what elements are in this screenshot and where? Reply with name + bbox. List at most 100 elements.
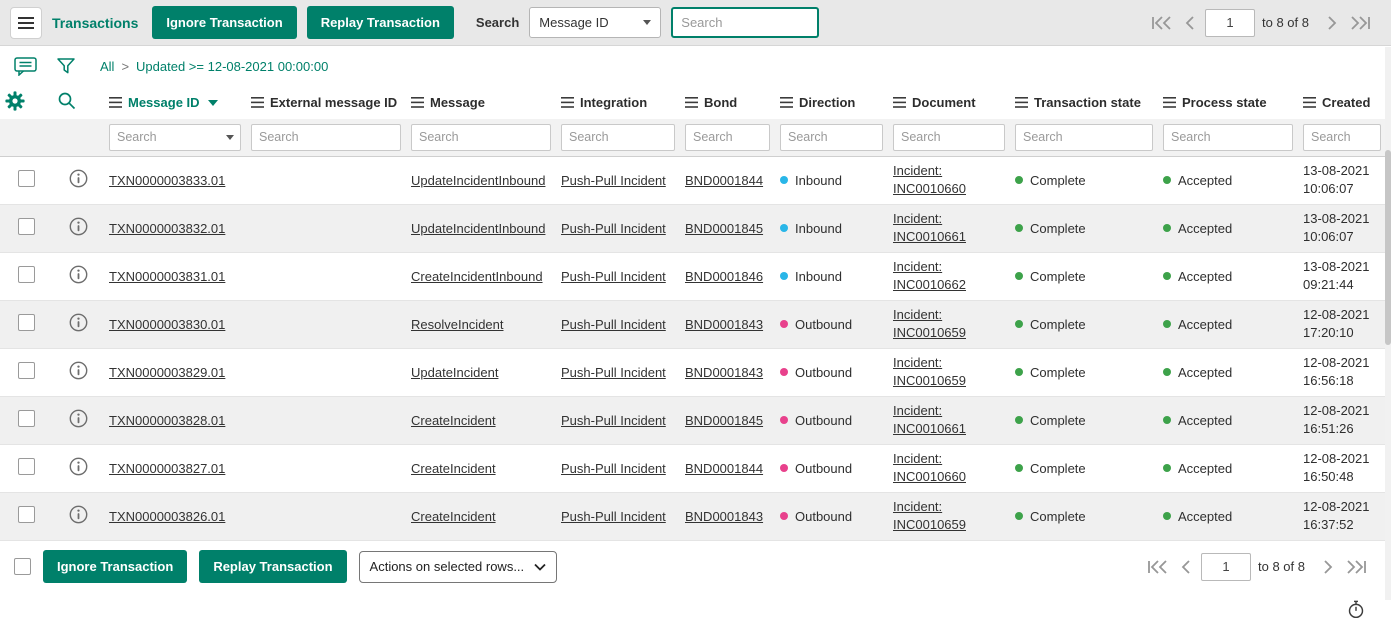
- column-filter-input[interactable]: [251, 124, 401, 151]
- document-link[interactable]: Incident: INC0010660: [893, 450, 1005, 485]
- refresh-timer-button[interactable]: [1347, 600, 1365, 624]
- search-icon[interactable]: [57, 91, 77, 111]
- integration-link[interactable]: Push-Pull Incident: [561, 461, 666, 476]
- integration-link[interactable]: Push-Pull Incident: [561, 269, 666, 284]
- document-link[interactable]: Incident: INC0010659: [893, 498, 1005, 533]
- column-menu-icon[interactable]: [685, 97, 698, 108]
- column-filter-input[interactable]: [1015, 124, 1153, 151]
- column-header[interactable]: Message: [406, 86, 556, 119]
- column-menu-icon[interactable]: [780, 97, 793, 108]
- info-icon[interactable]: [69, 464, 88, 479]
- column-header[interactable]: External message ID: [246, 86, 406, 119]
- row-select-checkbox[interactable]: [18, 410, 35, 427]
- column-header[interactable]: Process state: [1158, 86, 1298, 119]
- info-icon[interactable]: [69, 512, 88, 527]
- column-menu-icon[interactable]: [251, 97, 264, 108]
- column-header[interactable]: Created: [1298, 86, 1386, 119]
- info-icon[interactable]: [69, 368, 88, 383]
- last-page-button-bottom[interactable]: [1343, 558, 1369, 576]
- column-menu-icon[interactable]: [893, 97, 906, 108]
- column-menu-icon[interactable]: [411, 97, 424, 108]
- message-id-link[interactable]: TXN0000003831.01: [109, 269, 225, 284]
- message-link[interactable]: CreateIncident: [411, 413, 496, 428]
- column-header[interactable]: Message ID: [104, 86, 246, 119]
- document-link[interactable]: Incident: INC0010661: [893, 402, 1005, 437]
- info-icon[interactable]: [69, 416, 88, 431]
- filter-chevron-icon[interactable]: [226, 135, 234, 140]
- document-link[interactable]: Incident: INC0010659: [893, 306, 1005, 341]
- column-filter-input[interactable]: [893, 124, 1005, 151]
- message-link[interactable]: CreateIncident: [411, 509, 496, 524]
- bond-link[interactable]: BND0001844: [685, 173, 763, 188]
- bond-link[interactable]: BND0001845: [685, 221, 763, 236]
- row-select-checkbox[interactable]: [18, 458, 35, 475]
- integration-link[interactable]: Push-Pull Incident: [561, 413, 666, 428]
- bond-link[interactable]: BND0001843: [685, 509, 763, 524]
- message-id-link[interactable]: TXN0000003833.01: [109, 173, 225, 188]
- scrollbar-thumb[interactable]: [1385, 150, 1391, 345]
- messages-button[interactable]: [14, 57, 38, 76]
- app-menu-button[interactable]: [10, 7, 42, 39]
- column-filter-input[interactable]: [780, 124, 883, 151]
- bond-link[interactable]: BND0001845: [685, 413, 763, 428]
- message-id-link[interactable]: TXN0000003827.01: [109, 461, 225, 476]
- row-select-checkbox[interactable]: [18, 218, 35, 235]
- column-menu-icon[interactable]: [109, 97, 122, 108]
- bond-link[interactable]: BND0001843: [685, 317, 763, 332]
- message-id-link[interactable]: TXN0000003828.01: [109, 413, 225, 428]
- bond-link[interactable]: BND0001844: [685, 461, 763, 476]
- next-page-button-bottom[interactable]: [1320, 558, 1336, 576]
- column-header[interactable]: Document: [888, 86, 1010, 119]
- gear-icon[interactable]: [5, 91, 25, 111]
- row-select-checkbox[interactable]: [18, 506, 35, 523]
- toolbar-search-input[interactable]: [671, 7, 819, 38]
- first-page-button[interactable]: [1149, 14, 1175, 32]
- column-filter-input[interactable]: [685, 124, 770, 151]
- integration-link[interactable]: Push-Pull Incident: [561, 509, 666, 524]
- replay-transaction-button-bottom[interactable]: Replay Transaction: [199, 550, 346, 583]
- page-number-input[interactable]: [1205, 9, 1255, 37]
- actions-select[interactable]: Actions on selected rows...: [359, 551, 558, 583]
- integration-link[interactable]: Push-Pull Incident: [561, 221, 666, 236]
- message-id-link[interactable]: TXN0000003830.01: [109, 317, 225, 332]
- message-id-link[interactable]: TXN0000003826.01: [109, 509, 225, 524]
- message-link[interactable]: UpdateIncidentInbound: [411, 221, 545, 236]
- column-filter-input[interactable]: [411, 124, 551, 151]
- column-header[interactable]: Integration: [556, 86, 680, 119]
- column-header[interactable]: Bond: [680, 86, 775, 119]
- info-icon[interactable]: [69, 224, 88, 239]
- document-link[interactable]: Incident: INC0010660: [893, 162, 1005, 197]
- document-link[interactable]: Incident: INC0010659: [893, 354, 1005, 389]
- breadcrumb-condition-link[interactable]: Updated >= 12-08-2021 00:00:00: [136, 59, 328, 74]
- info-icon[interactable]: [69, 272, 88, 287]
- column-menu-icon[interactable]: [1303, 97, 1316, 108]
- column-menu-icon[interactable]: [1163, 97, 1176, 108]
- message-id-link[interactable]: TXN0000003832.01: [109, 221, 225, 236]
- next-page-button[interactable]: [1324, 14, 1340, 32]
- replay-transaction-button[interactable]: Replay Transaction: [307, 6, 454, 39]
- select-all-checkbox[interactable]: [14, 558, 31, 575]
- integration-link[interactable]: Push-Pull Incident: [561, 365, 666, 380]
- message-id-link[interactable]: TXN0000003829.01: [109, 365, 225, 380]
- last-page-button[interactable]: [1347, 14, 1373, 32]
- previous-page-button-bottom[interactable]: [1178, 558, 1194, 576]
- message-link[interactable]: UpdateIncidentInbound: [411, 173, 545, 188]
- column-menu-icon[interactable]: [1015, 97, 1028, 108]
- row-select-checkbox[interactable]: [18, 266, 35, 283]
- integration-link[interactable]: Push-Pull Incident: [561, 317, 666, 332]
- column-header[interactable]: Transaction state: [1010, 86, 1158, 119]
- document-link[interactable]: Incident: INC0010662: [893, 258, 1005, 293]
- column-filter-input[interactable]: [1303, 124, 1381, 151]
- filter-button[interactable]: [56, 57, 76, 75]
- row-select-checkbox[interactable]: [18, 314, 35, 331]
- first-page-button-bottom[interactable]: [1145, 558, 1171, 576]
- previous-page-button[interactable]: [1182, 14, 1198, 32]
- integration-link[interactable]: Push-Pull Incident: [561, 173, 666, 188]
- message-link[interactable]: CreateIncident: [411, 461, 496, 476]
- message-link[interactable]: ResolveIncident: [411, 317, 504, 332]
- document-link[interactable]: Incident: INC0010661: [893, 210, 1005, 245]
- message-link[interactable]: CreateIncidentInbound: [411, 269, 543, 284]
- ignore-transaction-button-bottom[interactable]: Ignore Transaction: [43, 550, 187, 583]
- page-number-input-bottom[interactable]: [1201, 553, 1251, 581]
- breadcrumb-all-link[interactable]: All: [100, 59, 114, 74]
